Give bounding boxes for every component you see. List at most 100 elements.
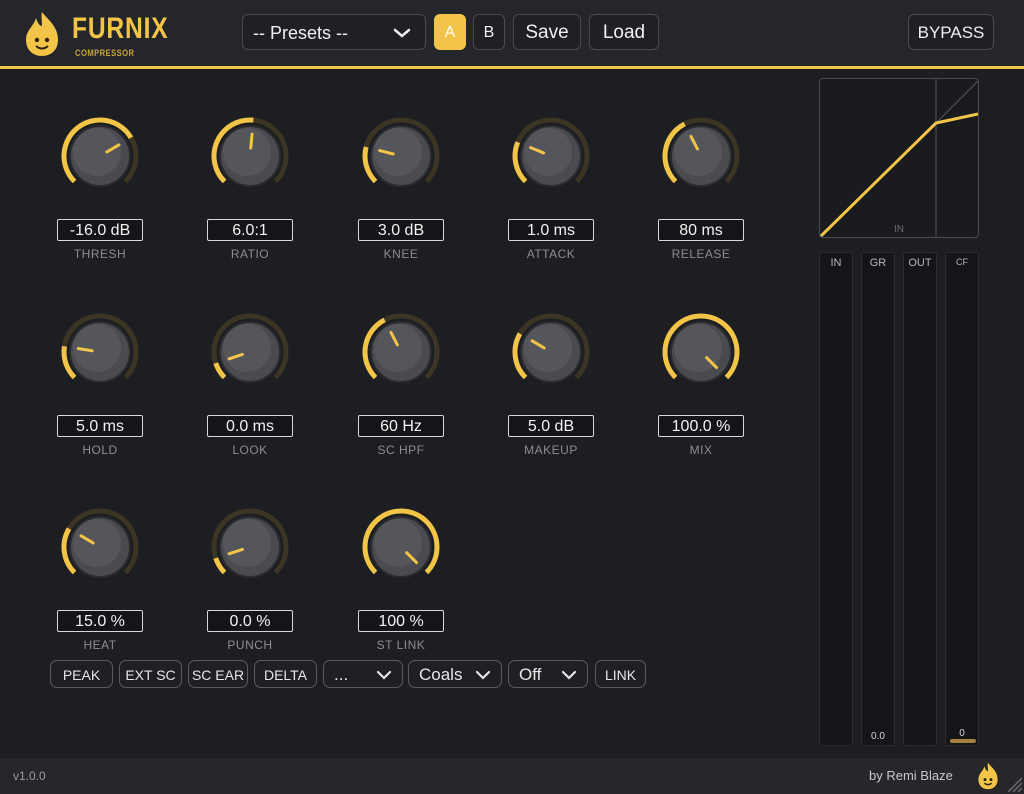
- chevron-down-icon: [561, 661, 577, 698]
- knob-label: THRESH: [73, 247, 127, 261]
- knob-dial[interactable]: [491, 292, 611, 412]
- mode-select-1-value: ...: [334, 665, 349, 684]
- knob-dial[interactable]: [341, 487, 461, 607]
- meter-cf: CF 0: [945, 252, 979, 746]
- knob-dial[interactable]: [641, 96, 761, 216]
- preset-a-button[interactable]: A: [434, 14, 466, 50]
- knob-value-field[interactable]: 80 ms: [658, 219, 744, 241]
- meter-gr: GR 0.0: [861, 252, 895, 746]
- knob-label: KNEE: [383, 247, 419, 261]
- knob-label: RELEASE: [671, 247, 731, 261]
- flame-mascot-icon: [978, 762, 998, 790]
- presets-label: -- Presets --: [253, 23, 349, 43]
- knob-dial[interactable]: [190, 487, 310, 607]
- knob-attack[interactable]: [491, 96, 611, 216]
- knob-st-link[interactable]: [341, 487, 461, 607]
- knob-body-highlight: [524, 128, 572, 176]
- knob-dial[interactable]: [341, 292, 461, 412]
- knob-label: PUNCH: [227, 638, 273, 652]
- meter-in: IN: [819, 252, 853, 746]
- knob-heat[interactable]: [40, 487, 160, 607]
- knob-dial[interactable]: [190, 96, 310, 216]
- knob-sc-hpf[interactable]: [341, 292, 461, 412]
- knob-body-highlight: [674, 128, 722, 176]
- save-button[interactable]: Save: [513, 14, 581, 50]
- knob-value-field[interactable]: 100.0 %: [658, 415, 744, 437]
- knob-label: ATTACK: [526, 247, 576, 261]
- knob-body-highlight: [223, 519, 271, 567]
- knob-dial[interactable]: [341, 96, 461, 216]
- footer-bar: v1.0.0 by Remi Blaze: [0, 758, 1024, 794]
- meter-cf-value: 0: [959, 728, 965, 739]
- knob-value-field[interactable]: 0.0 ms: [207, 415, 293, 437]
- knob-value-field[interactable]: 6.0:1: [207, 219, 293, 241]
- ext-sc-button[interactable]: EXT SC: [119, 660, 182, 688]
- app-subtitle: COMPRESSOR: [75, 48, 135, 58]
- knob-knee[interactable]: [341, 96, 461, 216]
- knob-dial[interactable]: [491, 96, 611, 216]
- knob-hold[interactable]: [40, 292, 160, 412]
- knob-label: MIX: [689, 443, 713, 457]
- knob-pointer: [249, 132, 254, 150]
- resize-grip-icon[interactable]: [1004, 776, 1022, 792]
- crest-factor-marker: [950, 739, 976, 743]
- knob-value-field[interactable]: 15.0 %: [57, 610, 143, 632]
- chevron-down-icon: [475, 661, 491, 698]
- meter-out: OUT: [903, 252, 937, 746]
- peak-button[interactable]: PEAK: [50, 660, 113, 688]
- app-title: FURNIX: [72, 12, 169, 45]
- load-button[interactable]: Load: [589, 14, 659, 50]
- knob-value-field[interactable]: 5.0 dB: [508, 415, 594, 437]
- knob-label: MAKEUP: [524, 443, 578, 457]
- meter-gr-value: 0.0: [871, 731, 885, 742]
- knob-punch[interactable]: [190, 487, 310, 607]
- knob-body-highlight: [524, 324, 572, 372]
- knob-value-field[interactable]: -16.0 dB: [57, 219, 143, 241]
- knob-ratio[interactable]: [190, 96, 310, 216]
- meter-out-label: OUT: [908, 257, 932, 269]
- link-button[interactable]: LINK: [595, 660, 646, 688]
- oversampling-select-value: Off: [519, 665, 542, 684]
- knob-value-field[interactable]: 100 %: [358, 610, 444, 632]
- character-select-value: Coals: [419, 665, 463, 684]
- knob-dial[interactable]: [40, 292, 160, 412]
- sc-ear-button[interactable]: SC EAR: [188, 660, 248, 688]
- character-select[interactable]: Coals: [408, 660, 502, 688]
- graph-axis-label: IN: [894, 224, 904, 235]
- knob-label: LOOK: [232, 443, 268, 457]
- knob-body-highlight: [73, 128, 121, 176]
- knob-label: HOLD: [82, 443, 118, 457]
- header-bar: FURNIX COMPRESSOR -- Presets -- A B Save…: [0, 0, 1024, 69]
- knob-body-highlight: [73, 519, 121, 567]
- knob-dial[interactable]: [40, 96, 160, 216]
- mode-select-1[interactable]: ...: [323, 660, 403, 688]
- version-text: v1.0.0: [13, 769, 46, 783]
- knob-dial[interactable]: [40, 487, 160, 607]
- delta-button[interactable]: DELTA: [254, 660, 317, 688]
- knob-makeup[interactable]: [491, 292, 611, 412]
- knob-label: ST LINK: [376, 638, 426, 652]
- bypass-button[interactable]: BYPASS: [908, 14, 994, 50]
- knob-mix[interactable]: [641, 292, 761, 412]
- transfer-curve-graph: IN: [819, 78, 979, 238]
- meter-gr-label: GR: [869, 257, 887, 269]
- oversampling-select[interactable]: Off: [508, 660, 588, 688]
- knob-thresh[interactable]: [40, 96, 160, 216]
- knob-look[interactable]: [190, 292, 310, 412]
- preset-b-button[interactable]: B: [473, 14, 505, 50]
- knob-value-field[interactable]: 5.0 ms: [57, 415, 143, 437]
- knob-dial[interactable]: [641, 292, 761, 412]
- knob-body-highlight: [374, 324, 422, 372]
- knob-value-field[interactable]: 60 Hz: [358, 415, 444, 437]
- knob-body-highlight: [223, 128, 271, 176]
- chevron-down-icon: [393, 15, 411, 63]
- knob-body-highlight: [223, 324, 271, 372]
- knob-value-field[interactable]: 1.0 ms: [508, 219, 594, 241]
- knob-release[interactable]: [641, 96, 761, 216]
- meter-in-label: IN: [830, 257, 842, 269]
- knob-value-field[interactable]: 0.0 %: [207, 610, 293, 632]
- presets-dropdown[interactable]: -- Presets --: [242, 14, 426, 50]
- knob-value-field[interactable]: 3.0 dB: [358, 219, 444, 241]
- knob-label: HEAT: [83, 638, 117, 652]
- knob-dial[interactable]: [190, 292, 310, 412]
